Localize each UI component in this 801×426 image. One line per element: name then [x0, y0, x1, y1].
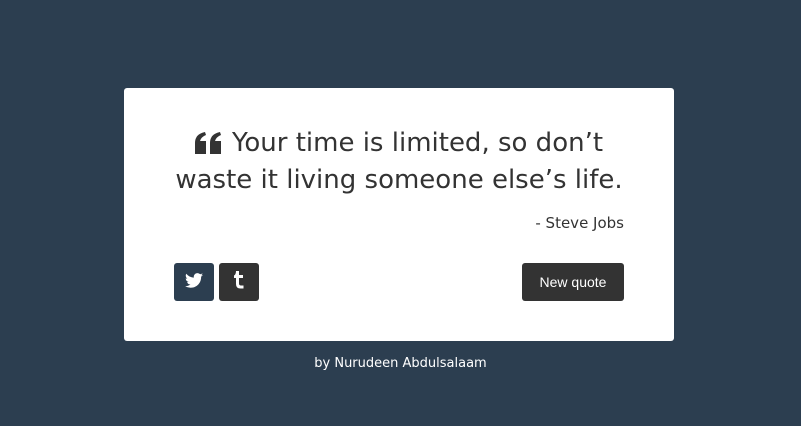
quote-block: Your time is limited, so don’t waste it …: [164, 126, 634, 197]
quote-text: Your time is limited, so don’t waste it …: [175, 128, 623, 195]
new-quote-button[interactable]: New quote: [522, 263, 624, 301]
tumblr-button[interactable]: [219, 263, 259, 301]
footer-credit: by Nurudeen Abdulsalaam: [314, 356, 487, 371]
quote-card: Your time is limited, so don’t waste it …: [124, 88, 674, 341]
quote-left-icon: [194, 129, 222, 163]
tumblr-icon: [233, 271, 245, 293]
quote-author: - Steve Jobs: [535, 214, 624, 232]
tweet-button[interactable]: [174, 263, 214, 301]
twitter-icon: [185, 272, 203, 292]
